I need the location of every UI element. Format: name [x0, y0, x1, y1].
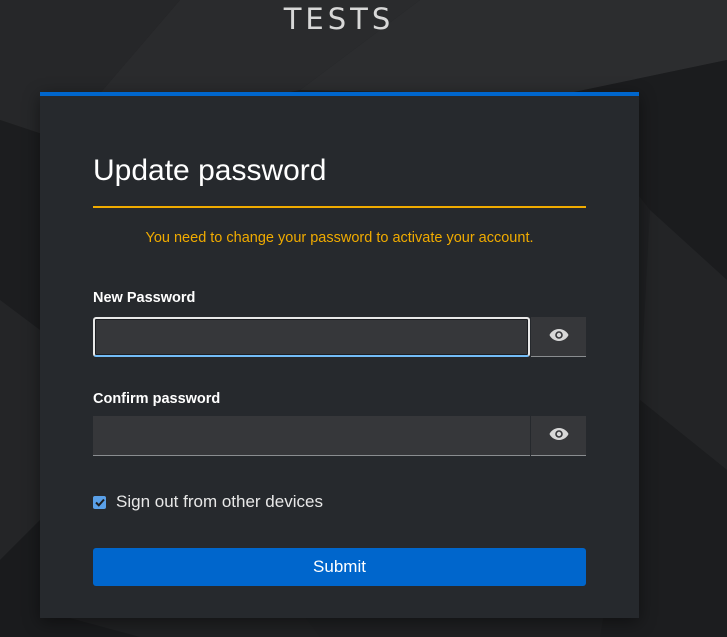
logout-sessions-row: Sign out from other devices — [93, 492, 323, 512]
alert-message: You need to change your password to acti… — [145, 230, 534, 246]
title-divider — [93, 206, 586, 208]
check-icon — [94, 498, 105, 507]
confirm-password-group — [93, 416, 586, 456]
new-password-group — [93, 317, 586, 357]
realm-name: TESTS — [283, 2, 395, 36]
new-password-input[interactable] — [93, 317, 530, 357]
eye-icon — [549, 427, 569, 444]
show-new-password-button[interactable] — [531, 317, 586, 357]
page-title: Update password — [93, 154, 327, 187]
confirm-password-input[interactable] — [93, 416, 530, 456]
submit-button[interactable]: Submit — [93, 548, 586, 586]
new-password-label: New Password — [93, 290, 196, 306]
logout-sessions-checkbox[interactable] — [93, 495, 106, 509]
show-confirm-password-button[interactable] — [531, 416, 586, 456]
logout-sessions-label[interactable]: Sign out from other devices — [116, 492, 323, 512]
confirm-password-label: Confirm password — [93, 391, 221, 407]
eye-icon — [549, 328, 569, 345]
login-card: Update password You need to change your … — [40, 92, 639, 618]
